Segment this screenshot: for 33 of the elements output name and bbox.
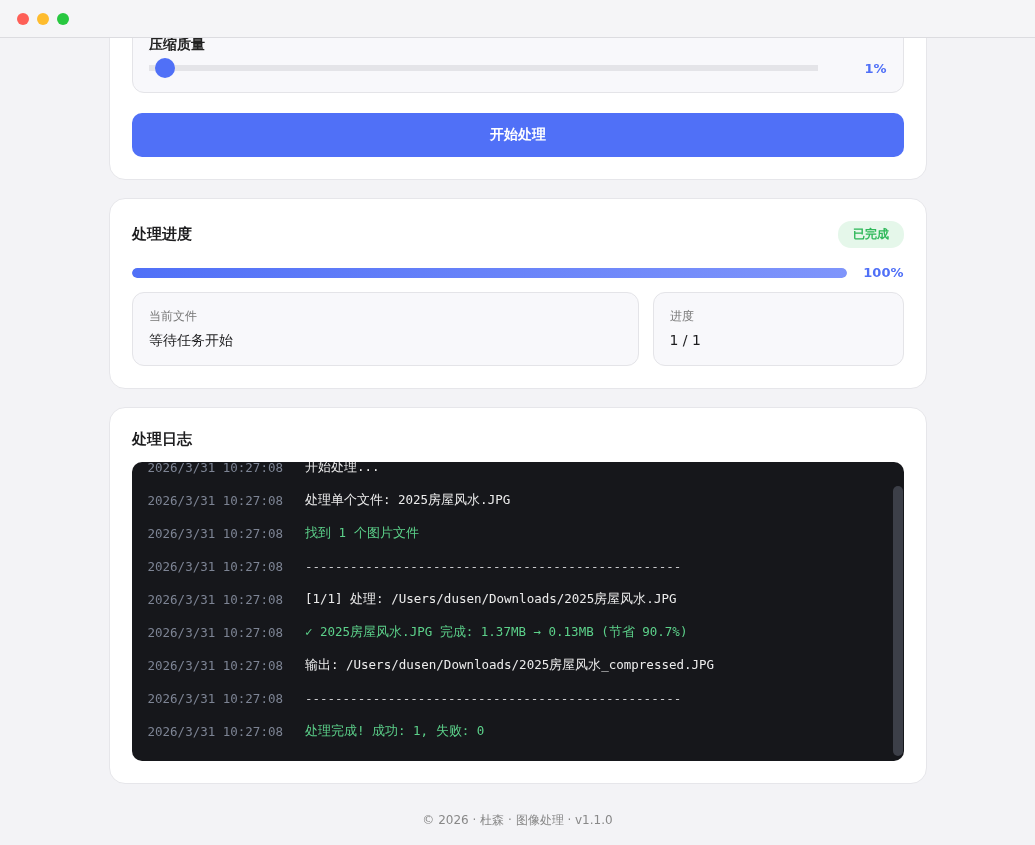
- minimize-window-icon[interactable]: [37, 12, 49, 25]
- log-title: 处理日志: [131, 430, 193, 449]
- progress-percent: 100%: [863, 265, 904, 280]
- log-timestamp: 2026/3/31 10:27:08: [147, 559, 283, 574]
- log-timestamp: 2026/3/31 10:27:08: [147, 658, 283, 673]
- status-badge: 已完成: [837, 221, 904, 248]
- log-message: 找到 1 个图片文件: [304, 525, 419, 542]
- slider-thumb[interactable]: [155, 58, 175, 78]
- log-message: ✓ 2025房屋风水.JPG 完成: 1.37MB → 0.13MB (节省 90.7%): [304, 624, 688, 641]
- log-message: --------------------------------------------------: [304, 559, 682, 574]
- log-message: [1/1] 处理: /Users/dusen/Downloads/2025房屋风水.JPG: [304, 591, 677, 608]
- close-window-icon[interactable]: [17, 12, 29, 25]
- log-timestamp: 2026/3/31 10:27:08: [147, 592, 283, 607]
- log-timestamp: 2026/3/31 10:27:08: [147, 493, 283, 508]
- maximize-window-icon[interactable]: [57, 12, 69, 25]
- log-timestamp: 2026/3/31 10:27:08: [147, 625, 283, 640]
- stat-label: 当前文件: [148, 308, 198, 325]
- log-message: 处理完成! 成功: 1, 失败: 0: [304, 723, 485, 740]
- start-button[interactable]: 开始处理: [131, 113, 904, 157]
- stat-label: 进度: [669, 308, 695, 325]
- log-timestamp: 2026/3/31 10:27:08: [147, 526, 283, 541]
- log-message: 输出: /Users/dusen/Downloads/2025房屋风水_compressed.JPG: [304, 657, 715, 674]
- quality-value: 1%: [864, 60, 887, 76]
- stat-value: 1 / 1: [669, 332, 702, 348]
- footer-text: © 2026 · 杜森 · 图像处理 · v1.1.0: [421, 812, 614, 829]
- log-message: --------------------------------------------------: [304, 691, 682, 706]
- log-timestamp: 2026/3/31 10:27:08: [147, 724, 283, 739]
- stat-value: 等待任务开始: [148, 332, 234, 350]
- progress-title: 处理进度: [131, 225, 192, 244]
- scrollbar[interactable]: [892, 486, 903, 756]
- log-timestamp: 2026/3/31 10:27:08: [147, 462, 283, 475]
- log-timestamp: 2026/3/31 10:27:08: [147, 691, 283, 706]
- log-message: 处理单个文件: 2025房屋风水.JPG: [304, 492, 511, 509]
